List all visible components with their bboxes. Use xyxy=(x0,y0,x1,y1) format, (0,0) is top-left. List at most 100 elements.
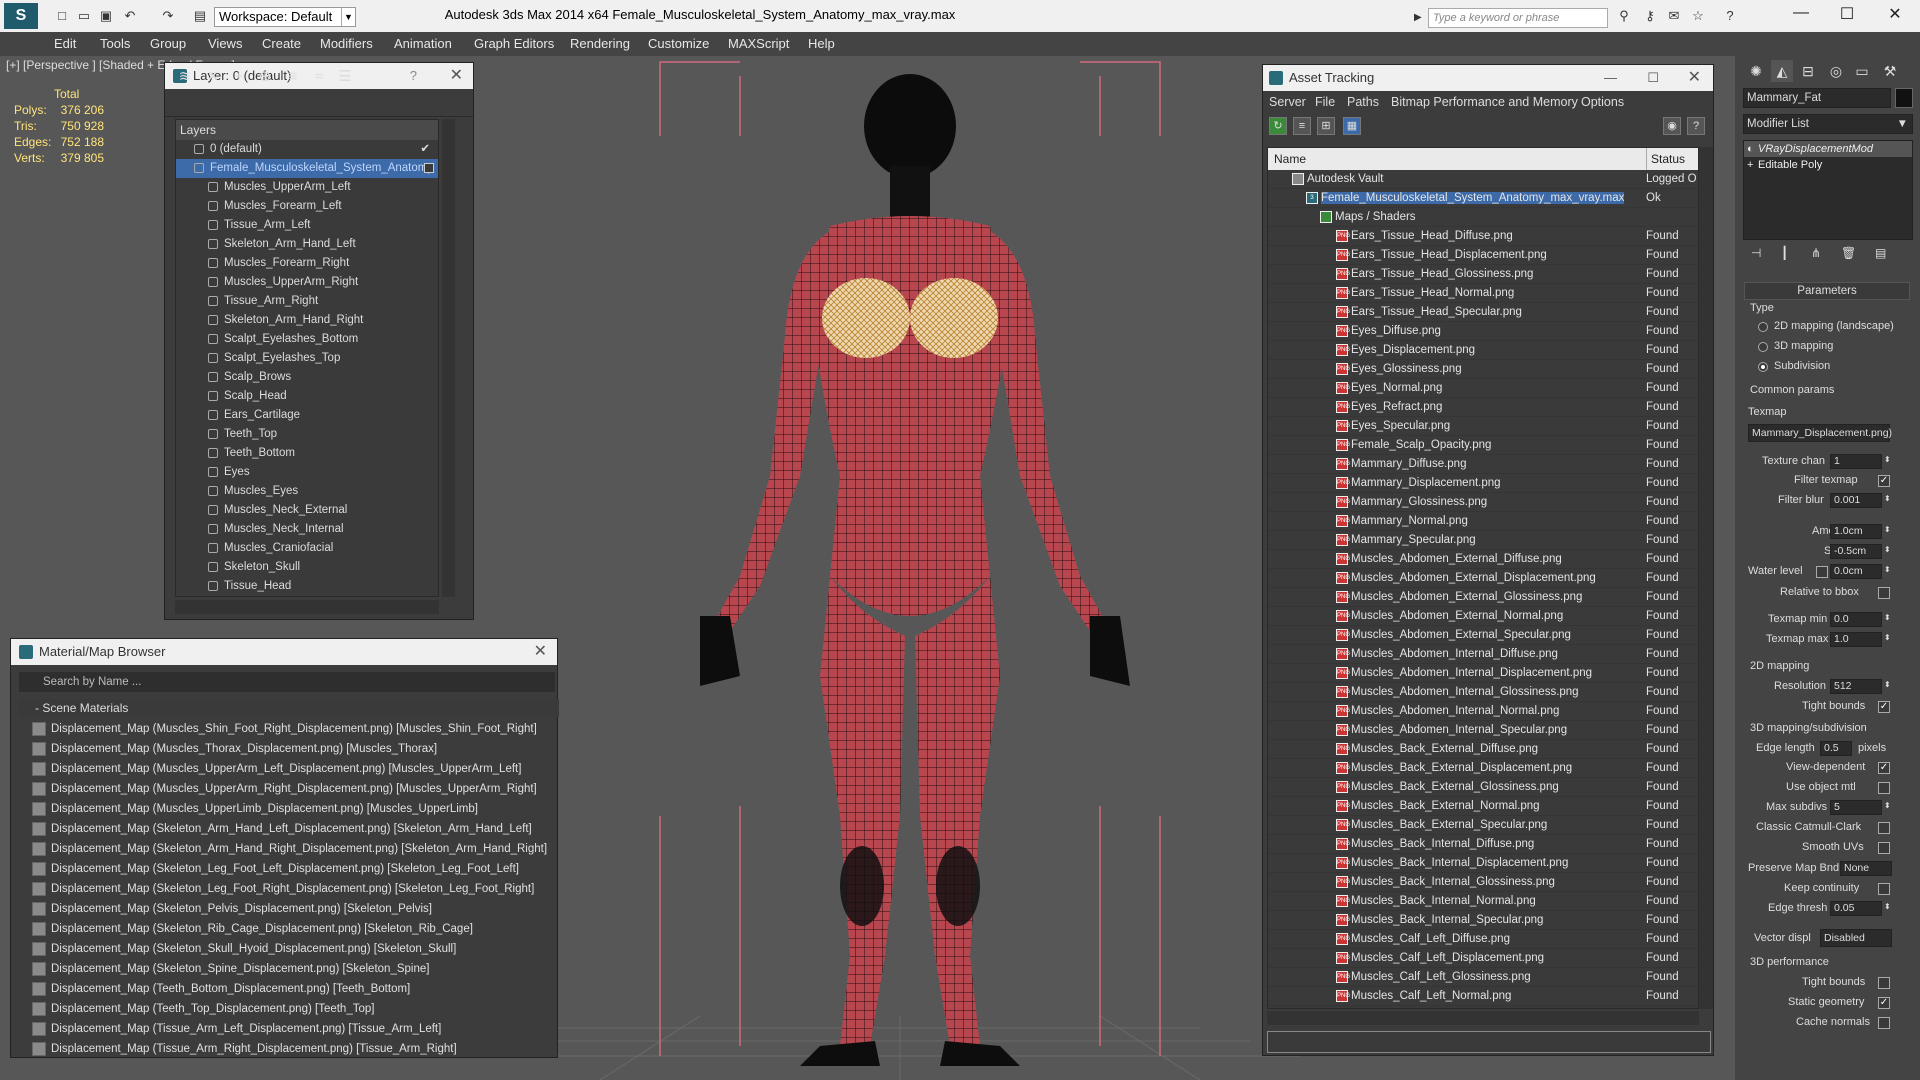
configure-sets-icon[interactable]: ▤ xyxy=(1875,246,1886,260)
current-layer-check-icon[interactable]: ✔ xyxy=(420,140,430,159)
layer-item[interactable]: Ears_Cartilage xyxy=(176,406,438,425)
asset-row[interactable]: PNGMuscles_Abdomen_External_Glossiness.p… xyxy=(1268,588,1698,607)
asset-row[interactable]: PNGMuscles_Back_External_Diffuse.png Foun… xyxy=(1268,740,1698,759)
asset-row[interactable]: PNGEars_Tissue_Head_Displacement.png Foun… xyxy=(1268,246,1698,265)
material-item[interactable]: Displacement_Map (Skeleton_Spine_Displac… xyxy=(29,959,555,979)
favorite-star-icon[interactable]: ☆ xyxy=(1690,8,1706,24)
create-layer-icon[interactable]: ≋ xyxy=(175,67,195,87)
object-name-field[interactable]: Mammary_Fat xyxy=(1743,88,1891,108)
texmap-max-spinner[interactable]: 1.0 xyxy=(1830,632,1882,647)
layer-horizontal-scrollbar[interactable] xyxy=(175,600,439,614)
asset-row[interactable]: PNGMuscles_Abdomen_External_Diffuse.png F… xyxy=(1268,550,1698,569)
keep-continuity-checkbox[interactable] xyxy=(1878,883,1890,895)
material-item[interactable]: Displacement_Map (Muscles_UpperLimb_Disp… xyxy=(29,799,555,819)
menu-file[interactable]: File xyxy=(1315,95,1335,109)
asset-row[interactable]: PNGEyes_Glossiness.png Found xyxy=(1268,360,1698,379)
material-item[interactable]: Displacement_Map (Skeleton_Leg_Foot_Righ… xyxy=(29,879,555,899)
asset-row[interactable]: PNGMuscles_Back_External_Displacement.pn… xyxy=(1268,759,1698,778)
asset-row[interactable]: PNGMammary_Normal.png Found xyxy=(1268,512,1698,531)
type-radio[interactable] xyxy=(1758,322,1768,332)
menu-bitmap-performance[interactable]: Bitmap Performance and Memory xyxy=(1391,95,1578,109)
help-icon[interactable]: ? xyxy=(410,63,417,89)
asset-row[interactable]: PNGMuscles_Back_Internal_Glossiness.png F… xyxy=(1268,873,1698,892)
texmap-button[interactable]: Mammary_Displacement.png) xyxy=(1748,424,1892,442)
tight-bounds-checkbox[interactable]: ✓ xyxy=(1878,701,1890,713)
help-icon[interactable]: ? xyxy=(1687,117,1705,135)
menu-tools[interactable]: Tools xyxy=(100,36,130,51)
spinner-arrows-icon[interactable]: ⬍ xyxy=(1884,494,1891,503)
shift-spinner[interactable]: -0.5cm xyxy=(1830,544,1882,559)
spinner-arrows-icon[interactable]: ⬍ xyxy=(1884,525,1891,534)
material-item[interactable]: Displacement_Map (Skeleton_Rib_Cage_Disp… xyxy=(29,919,555,939)
menu-animation[interactable]: Animation xyxy=(394,36,452,51)
layer-vertical-scrollbar[interactable] xyxy=(442,119,455,597)
expand-icon[interactable]: + xyxy=(1747,157,1753,173)
layer-item[interactable]: Skeleton_Arm_Hand_Right xyxy=(176,311,438,330)
vector-displ-dropdown[interactable]: Disabled xyxy=(1820,929,1892,947)
close-icon[interactable]: ✕ xyxy=(534,639,547,665)
menu-graph-editors[interactable]: Graph Editors xyxy=(474,36,554,51)
asset-row[interactable]: PNGEyes_Normal.png Found xyxy=(1268,379,1698,398)
smooth-uvs-checkbox[interactable] xyxy=(1878,842,1890,854)
search-input[interactable]: Type a keyword or phrase xyxy=(1428,8,1608,28)
layer-item[interactable]: Muscles_Craniofacial xyxy=(176,539,438,558)
asset-row[interactable]: PNGMammary_Displacement.png Found xyxy=(1268,474,1698,493)
preserve-map-dropdown[interactable]: None xyxy=(1840,861,1892,876)
asset-row[interactable]: PNGMuscles_Calf_Left_Normal.png Found xyxy=(1268,987,1698,1006)
subscription-icon[interactable]: ✉ xyxy=(1666,8,1682,24)
modifier-list-dropdown[interactable]: Modifier List ▼ xyxy=(1743,114,1913,134)
modify-tab-icon[interactable]: ◭ xyxy=(1771,60,1793,82)
object-color-swatch[interactable] xyxy=(1895,88,1913,108)
material-item[interactable]: Displacement_Map (Skeleton_Leg_Foot_Left… xyxy=(29,859,555,879)
list-view-icon[interactable]: ≡ xyxy=(1293,117,1311,135)
layer-item[interactable]: Scalpt_Eyelashes_Bottom xyxy=(176,330,438,349)
amount-spinner[interactable]: 1.0cm xyxy=(1830,524,1882,539)
resolution-spinner[interactable]: 512 xyxy=(1830,679,1882,694)
maximize-icon[interactable]: ☐ xyxy=(1832,4,1862,24)
type-radio[interactable] xyxy=(1758,362,1768,372)
layer-item[interactable]: 0 (default) ✔ xyxy=(176,140,438,159)
static-geometry-checkbox[interactable]: ✓ xyxy=(1878,997,1890,1009)
spinner-arrows-icon[interactable]: ⬍ xyxy=(1884,801,1891,810)
layer-item[interactable]: Muscles_Forearm_Right xyxy=(176,254,438,273)
asset-row[interactable]: PNGMammary_Glossiness.png Found xyxy=(1268,493,1698,512)
asset-row[interactable]: PNGMuscles_Back_External_Specular.png Fou… xyxy=(1268,816,1698,835)
material-item[interactable]: Displacement_Map (Muscles_UpperArm_Left_… xyxy=(29,759,555,779)
material-item[interactable]: Displacement_Map (Muscles_Shin_Foot_Righ… xyxy=(29,719,555,739)
asset-row[interactable]: PNGMuscles_Back_Internal_Displacement.pn… xyxy=(1268,854,1698,873)
filter-texmap-checkbox[interactable]: ✓ xyxy=(1878,475,1890,487)
layer-item[interactable]: Skeleton_Arm_Hand_Left xyxy=(176,235,438,254)
use-object-mtl-checkbox[interactable] xyxy=(1878,782,1890,794)
layer-item[interactable]: Scalp_Head xyxy=(176,387,438,406)
asset-row[interactable]: PNGMuscles_Abdomen_Internal_Glossiness.p… xyxy=(1268,683,1698,702)
asset-row[interactable]: Maps / Shaders xyxy=(1268,208,1698,227)
asset-row[interactable]: PNGMuscles_Abdomen_External_Normal.png Fo… xyxy=(1268,607,1698,626)
show-end-result-icon[interactable]: ┃ xyxy=(1781,246,1788,260)
asset-row[interactable]: Autodesk Vault Logged O xyxy=(1268,170,1698,189)
asset-row[interactable]: PNGEars_Tissue_Head_Specular.png Found xyxy=(1268,303,1698,322)
layer-item[interactable]: Muscles_Neck_Internal xyxy=(176,520,438,539)
material-item[interactable]: Displacement_Map (Teeth_Top_Displacement… xyxy=(29,999,555,1019)
material-item[interactable]: Displacement_Map (Tissue_Arm_Left_Displa… xyxy=(29,1019,555,1039)
asset-row[interactable]: PNGMuscles_Calf_Left_Displacement.png Fou… xyxy=(1268,949,1698,968)
material-item[interactable]: Displacement_Map (Muscles_Thorax_Displac… xyxy=(29,739,555,759)
material-item[interactable]: Displacement_Map (Skeleton_Arm_Hand_Left… xyxy=(29,819,555,839)
close-icon[interactable]: ✕ xyxy=(1688,65,1701,91)
utilities-tab-icon[interactable]: ⚒ xyxy=(1879,60,1901,82)
vault-status-icon[interactable]: ◉ xyxy=(1663,117,1681,135)
filter-blur-spinner[interactable]: 0.001 xyxy=(1830,493,1882,508)
asset-row[interactable]: 3 Female_Musculoskeletal_System_Anatomy_m… xyxy=(1268,189,1698,208)
menu-maxscript[interactable]: MAXScript xyxy=(728,36,789,51)
asset-row[interactable]: PNGEyes_Displacement.png Found xyxy=(1268,341,1698,360)
display-tab-icon[interactable]: ▭ xyxy=(1851,60,1873,82)
highlight-layer-icon[interactable]: ≡ xyxy=(283,67,303,87)
material-browser-title-bar[interactable]: Material/Map Browser ✕ xyxy=(11,639,557,665)
menu-group[interactable]: Group xyxy=(150,36,186,51)
current-layer-checkbox[interactable] xyxy=(424,163,434,173)
asset-row[interactable]: PNGMuscles_Back_Internal_Specular.png Fou… xyxy=(1268,911,1698,930)
menu-edit[interactable]: Edit xyxy=(54,36,76,51)
layer-item[interactable]: Muscles_UpperArm_Left xyxy=(176,178,438,197)
asset-tracking-title-bar[interactable]: Asset Tracking — ☐ ✕ xyxy=(1263,65,1713,91)
spinner-arrows-icon[interactable]: ⬍ xyxy=(1884,613,1891,622)
material-search-input[interactable]: Search by Name ... xyxy=(19,672,555,692)
